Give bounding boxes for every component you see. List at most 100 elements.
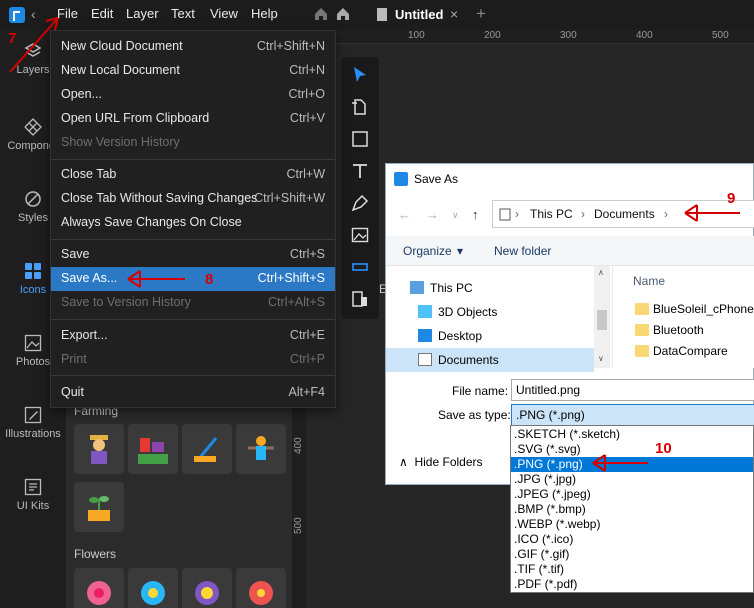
organize-caret-icon[interactable]: ▾ [457, 244, 463, 258]
icon-tile[interactable] [182, 568, 232, 608]
file-name-input[interactable]: Untitled.png [511, 379, 754, 401]
scroll-down-icon[interactable]: ∨ [598, 354, 604, 363]
scrollbar-thumb[interactable] [597, 310, 607, 330]
pen-tool-icon[interactable] [350, 193, 370, 213]
recent-locations-icon[interactable]: ∨ [452, 210, 459, 221]
menu-item-open-url[interactable]: Open URL From Clipboard Ctrl+V [51, 107, 335, 131]
photos-icon [24, 334, 42, 352]
icon-tile[interactable] [128, 568, 178, 608]
icon-tile[interactable] [236, 424, 286, 474]
home-icon[interactable] [314, 7, 328, 21]
type-option[interactable]: .JPG (*.jpg) [511, 472, 753, 487]
forward-arrow-icon[interactable]: → [426, 207, 439, 222]
menu-file[interactable]: File [57, 6, 78, 21]
type-option-selected[interactable]: .PNG (*.png) [511, 457, 753, 472]
menu-item-export[interactable]: Export... Ctrl+E [51, 324, 335, 348]
tab-title[interactable]: Untitled [395, 7, 443, 22]
flower-red-icon [249, 581, 273, 605]
menu-item-new-cloud-document[interactable]: New Cloud Document Ctrl+Shift+N [51, 35, 335, 59]
nav-item-3d-objects[interactable]: 3D Objects [386, 300, 594, 324]
menu-item-open[interactable]: Open... Ctrl+O [51, 83, 335, 107]
menu-item-print: Print Ctrl+P [51, 348, 335, 372]
rail-item-illustrations[interactable]: Illustrations [0, 406, 66, 440]
type-option[interactable]: .ICO (*.ico) [511, 532, 753, 547]
menu-text[interactable]: Text [171, 6, 195, 21]
plugin-tool-icon[interactable] [350, 289, 370, 309]
text-tool-icon[interactable] [350, 161, 370, 181]
back-arrow-icon[interactable]: ← [398, 207, 411, 222]
nav-item-documents[interactable]: Documents [386, 348, 594, 372]
component-tool-icon[interactable] [350, 257, 370, 277]
app-logo-icon[interactable] [9, 7, 25, 23]
back-chevron-icon[interactable]: ‹ [31, 6, 36, 22]
icon-tile[interactable] [74, 424, 124, 474]
rail-item-ui-kits[interactable]: UI Kits [0, 478, 66, 512]
file-name-value: Untitled.png [516, 383, 581, 397]
desktop-icon [418, 329, 432, 342]
menu-item-label: Export... [61, 328, 108, 342]
type-option[interactable]: .JPEG (*.jpeg) [511, 487, 753, 502]
new-tab-icon[interactable]: + [476, 4, 486, 24]
menu-layer[interactable]: Layer [126, 6, 159, 21]
type-option[interactable]: .PDF (*.pdf) [511, 577, 753, 592]
up-arrow-icon[interactable]: ↑ [472, 207, 479, 222]
menu-item-always-save-on-close[interactable]: Always Save Changes On Close [51, 211, 335, 235]
select-tool-icon[interactable] [350, 65, 370, 85]
organize-button[interactable]: Organize [403, 244, 452, 258]
menu-edit[interactable]: Edit [91, 6, 113, 21]
scroll-up-icon[interactable]: ∧ [598, 268, 604, 277]
file-item[interactable]: BlueSoleil_cPhone [653, 302, 754, 316]
rectangle-tool-icon[interactable] [350, 129, 370, 149]
menu-help[interactable]: Help [251, 6, 278, 21]
flower-pink-icon [87, 581, 111, 605]
save-type-select[interactable]: .PNG (*.png) [511, 404, 754, 426]
navigation-scrollbar[interactable]: ∧ ∨ [594, 266, 610, 368]
annotation-step-10: 10 [655, 440, 672, 457]
icon-tile[interactable] [74, 568, 124, 608]
nav-item-this-pc[interactable]: This PC [386, 276, 594, 300]
file-item[interactable]: Bluetooth [653, 323, 704, 337]
menu-separator [51, 239, 335, 240]
navigation-pane: This PC 3D Objects Desktop Documents [386, 266, 610, 372]
image-tool-icon[interactable] [350, 225, 370, 245]
new-folder-button[interactable]: New folder [494, 244, 551, 258]
menu-item-shortcut: Ctrl+W [286, 167, 325, 181]
menu-item-label: Save As... [61, 271, 118, 285]
file-item[interactable]: DataCompare [653, 344, 728, 358]
save-type-label: Save as type: [438, 408, 511, 422]
menu-item-show-version-history: Show Version History [51, 131, 335, 155]
type-option[interactable]: .TIF (*.tif) [511, 562, 753, 577]
icon-tile[interactable] [74, 482, 124, 532]
annotation-step-8: 8 [205, 271, 214, 288]
hide-folders-button[interactable]: ∧ Hide Folders [399, 455, 483, 469]
menu-item-close-tab[interactable]: Close Tab Ctrl+W [51, 163, 335, 187]
computer-icon [410, 281, 424, 294]
type-option[interactable]: .WEBP (*.webp) [511, 517, 753, 532]
menu-item-quit[interactable]: Quit Alt+F4 [51, 381, 335, 405]
menu-item-save[interactable]: Save Ctrl+S [51, 243, 335, 267]
title-bar: ‹ File Edit Layer Text View Help Untitle… [0, 0, 754, 30]
type-option[interactable]: .BMP (*.bmp) [511, 502, 753, 517]
path-segment-this-pc[interactable]: This PC [530, 207, 573, 221]
type-option[interactable]: .GIF (*.gif) [511, 547, 753, 562]
menu-view[interactable]: View [210, 6, 238, 21]
column-header-name[interactable]: Name [633, 274, 665, 288]
type-option[interactable]: .SKETCH (*.sketch) [511, 427, 753, 442]
type-option[interactable]: .SVG (*.svg) [511, 442, 753, 457]
icon-tile[interactable] [182, 424, 232, 474]
file-list: Name BlueSoleil_cPhone Bluetooth DataCom… [612, 266, 754, 368]
menu-item-shortcut: Ctrl+E [289, 328, 325, 342]
icon-tile[interactable] [236, 568, 286, 608]
nav-item-desktop[interactable]: Desktop [386, 324, 594, 348]
menu-item-close-tab-without-saving[interactable]: Close Tab Without Saving Changes Ctrl+Shi… [51, 187, 335, 211]
nav-item-label: Documents [438, 353, 499, 367]
menu-item-save-as[interactable]: Save As... Ctrl+Shift+S [51, 267, 335, 291]
tab-close-icon[interactable]: × [450, 6, 458, 22]
documents-location-icon [499, 208, 511, 221]
artboard-tool-icon[interactable] [350, 97, 370, 117]
home-active-icon[interactable] [336, 7, 350, 21]
path-segment-documents[interactable]: Documents [594, 207, 655, 221]
icon-tile[interactable] [128, 424, 178, 474]
menu-item-new-local-document[interactable]: New Local Document Ctrl+N [51, 59, 335, 83]
address-bar[interactable]: › This PC › Documents › [492, 200, 754, 228]
